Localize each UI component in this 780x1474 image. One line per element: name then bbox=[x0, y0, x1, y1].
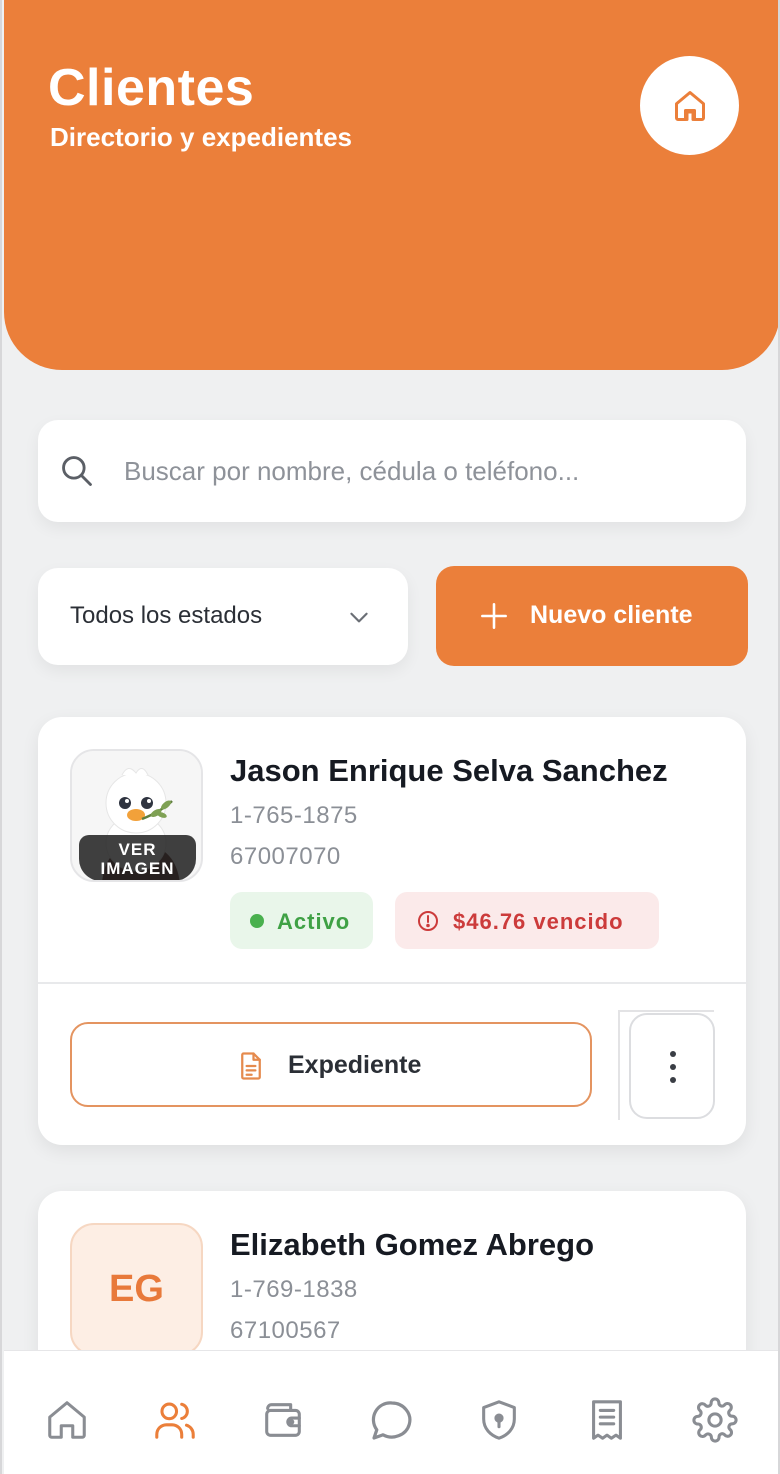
home-icon bbox=[48, 1401, 86, 1439]
home-button[interactable] bbox=[640, 56, 739, 155]
chevron-down-icon bbox=[350, 612, 368, 623]
client-name: Jason Enrique Selva Sanchez bbox=[230, 753, 668, 788]
users-icon bbox=[155, 1402, 195, 1439]
more-options-button[interactable] bbox=[629, 1013, 715, 1119]
client-avatar-image[interactable]: VER IMAGEN bbox=[70, 749, 203, 882]
more-vertical-icon bbox=[670, 1051, 676, 1083]
receipt-icon bbox=[592, 1400, 622, 1440]
status-filter-select[interactable]: Todos los estados bbox=[38, 568, 408, 665]
overdue-badge: $46.76 vencido bbox=[395, 892, 659, 949]
shield-icon bbox=[482, 1400, 516, 1440]
page-header: Clientes Directorio y expedientes bbox=[4, 0, 778, 370]
search-icon bbox=[62, 456, 92, 486]
client-card: VER IMAGEN Jason Enrique Selva Sanchez 1… bbox=[38, 717, 746, 1145]
client-avatar-initials: EG bbox=[70, 1223, 203, 1356]
bottom-navigation bbox=[4, 1350, 778, 1474]
home-icon bbox=[674, 90, 705, 121]
record-button-label: Expediente bbox=[288, 1051, 422, 1079]
search-input[interactable] bbox=[124, 446, 724, 496]
nav-chat[interactable] bbox=[368, 1397, 418, 1447]
page-title: Clientes bbox=[48, 59, 255, 117]
client-id-number: 1-769-1838 bbox=[230, 1276, 358, 1303]
new-client-button[interactable]: Nuevo cliente bbox=[436, 566, 748, 666]
gear-icon bbox=[692, 1397, 738, 1443]
wallet-icon bbox=[265, 1403, 301, 1437]
nav-clients[interactable] bbox=[152, 1397, 202, 1447]
app-frame: Clientes Directorio y expedientes Todos … bbox=[0, 0, 780, 1474]
view-image-overlay[interactable]: VER IMAGEN bbox=[79, 835, 196, 880]
page-subtitle: Directorio y expedientes bbox=[50, 122, 352, 152]
nav-wallet[interactable] bbox=[260, 1397, 310, 1447]
document-icon bbox=[241, 1052, 261, 1080]
status-filter-value: Todos los estados bbox=[70, 602, 263, 629]
status-badge: Activo bbox=[230, 892, 373, 949]
record-button[interactable]: Expediente bbox=[70, 1022, 592, 1107]
nav-receipts[interactable] bbox=[584, 1397, 634, 1447]
client-id-number: 1-765-1875 bbox=[230, 802, 358, 829]
search-bar bbox=[38, 420, 746, 522]
plus-icon bbox=[481, 603, 507, 629]
client-name: Elizabeth Gomez Abrego bbox=[230, 1227, 595, 1262]
chat-icon bbox=[371, 1401, 412, 1440]
nav-settings[interactable] bbox=[692, 1397, 742, 1447]
overdue-badge-label: $46.76 vencido bbox=[453, 909, 624, 934]
client-phone: 67007070 bbox=[230, 843, 341, 870]
nav-security[interactable] bbox=[476, 1397, 526, 1447]
new-client-label: Nuevo cliente bbox=[530, 601, 693, 629]
status-dot-icon bbox=[250, 914, 264, 928]
nav-home[interactable] bbox=[44, 1397, 94, 1447]
status-badge-label: Activo bbox=[277, 909, 351, 934]
alert-circle-icon bbox=[418, 911, 438, 931]
client-phone: 67100567 bbox=[230, 1317, 341, 1344]
card-divider bbox=[38, 982, 746, 984]
